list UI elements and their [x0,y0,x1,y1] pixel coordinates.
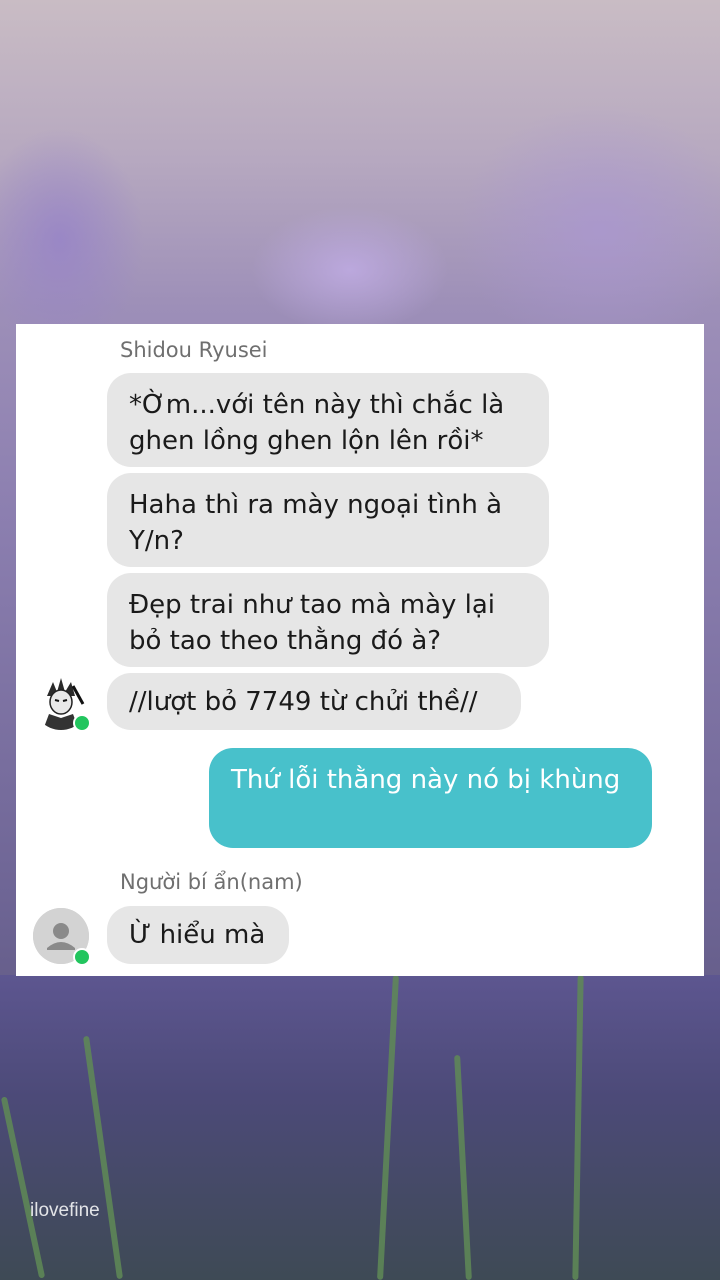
watermark: ilovefine [30,1200,100,1221]
chat-panel: Shidou Ryusei *Ờm...với tên này thì chắc… [16,324,704,976]
message-bubble[interactable]: *Ờm...với tên này thì chắc là ghen lồng … [107,373,549,467]
lavender-field-bottom [0,974,720,1280]
message-bubble[interactable]: //lượt bỏ 7749 từ chửi thề// [107,673,521,730]
avatar[interactable] [33,674,91,732]
message-bubble[interactable]: Đẹp trai như tao mà mày lại bỏ tao theo … [107,573,549,667]
message-bubble[interactable]: Ừ hiểu mà [107,906,289,964]
sender-name: Shidou Ryusei [120,338,268,362]
avatar[interactable] [33,908,91,966]
outgoing-message-bubble[interactable]: Thứ lỗi thằng này nó bị khùng [209,748,652,848]
message-bubble[interactable]: Haha thì ra mày ngoại tình à Y/n? [107,473,549,567]
sender-name: Người bí ẩn(nam) [120,870,303,894]
online-status-icon [73,948,91,966]
online-status-icon [73,714,91,732]
